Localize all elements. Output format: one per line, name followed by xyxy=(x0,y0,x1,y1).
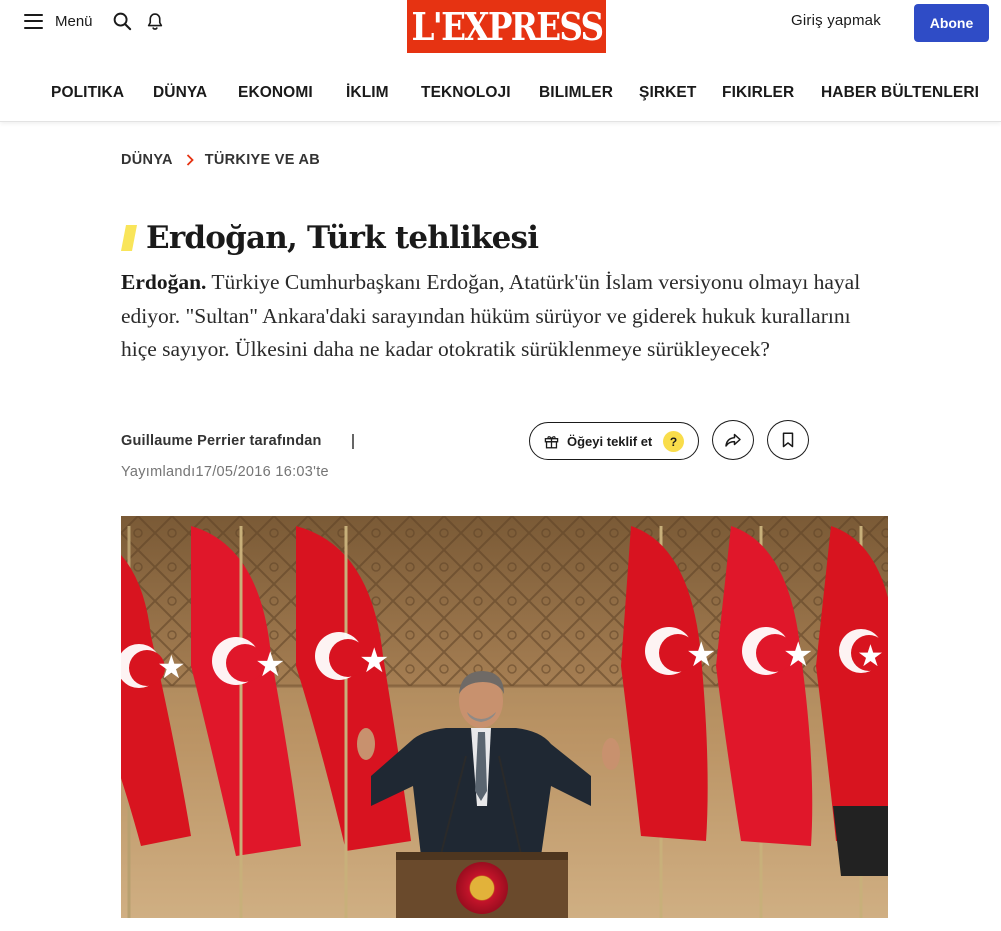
article-lead: Erdoğan. Türkiye Cumhurbaşkanı Erdoğan, … xyxy=(121,266,871,367)
byline-divider xyxy=(352,434,354,449)
help-badge[interactable]: ? xyxy=(663,431,684,452)
nav-item-dunya[interactable]: DÜNYA xyxy=(153,84,207,102)
article-title: Erdoğan, Türk tehlikesi xyxy=(146,220,539,256)
nav-item-teknoloji[interactable]: TEKNOLOJI xyxy=(421,84,511,102)
gift-article-button[interactable]: Öğeyi teklif et ? xyxy=(529,422,699,460)
nav-item-haber-bultenleri[interactable]: HABER BÜLTENLERI xyxy=(821,84,979,102)
nav-item-bilimler[interactable]: BILIMLER xyxy=(539,84,613,102)
bell-icon xyxy=(147,12,163,30)
hamburger-icon xyxy=(24,13,43,29)
gift-article-label: Öğeyi teklif et xyxy=(567,433,653,449)
author-name[interactable]: Guillaume Perrier tarafından xyxy=(121,433,322,449)
notifications-button[interactable] xyxy=(144,10,166,32)
nav-item-politika[interactable]: POLITIKA xyxy=(51,84,124,102)
main-nav: POLITIKA DÜNYA EKONOMI İKLIM TEKNOLOJI B… xyxy=(0,84,1001,106)
site-logo[interactable]: L'EXPRESS xyxy=(407,0,606,53)
lead-keyword: Erdoğan. xyxy=(121,270,207,294)
gift-icon xyxy=(544,435,559,448)
breadcrumb-subsection[interactable]: TÜRKIYE VE AB xyxy=(205,152,320,168)
publish-date: Yayımlandı17/05/2016 16:03'te xyxy=(121,464,329,480)
share-button[interactable] xyxy=(712,420,754,460)
article-hero-image: ★ ★ ★ ★ ★ ★ xyxy=(121,516,888,918)
nav-item-fikirler[interactable]: FIKIRLER xyxy=(722,84,794,102)
svg-text:★: ★ xyxy=(157,648,186,686)
hero-photo: ★ ★ ★ ★ ★ ★ xyxy=(121,516,888,918)
search-icon xyxy=(113,12,131,30)
logo-text: L'EXPRESS xyxy=(411,4,604,49)
svg-text:★: ★ xyxy=(686,635,716,675)
svg-text:★: ★ xyxy=(359,641,389,681)
svg-text:★: ★ xyxy=(783,635,813,675)
chevron-right-icon xyxy=(186,154,194,166)
podium xyxy=(396,852,568,918)
article-title-block: Erdoğan, Türk tehlikesi xyxy=(121,218,539,258)
site-header: Menü L'EXPRESS Giriş yapmak Abone POLITI… xyxy=(0,0,1001,122)
bookmark-button[interactable] xyxy=(767,420,809,460)
search-button[interactable] xyxy=(111,10,133,32)
svg-text:★: ★ xyxy=(857,639,884,674)
menu-button[interactable]: Menü xyxy=(24,10,93,32)
lead-text: Türkiye Cumhurbaşkanı Erdoğan, Atatürk'ü… xyxy=(121,270,861,361)
title-accent-mark xyxy=(121,225,137,251)
breadcrumb: DÜNYA TÜRKIYE VE AB xyxy=(121,150,320,170)
breadcrumb-section[interactable]: DÜNYA xyxy=(121,152,173,168)
share-icon xyxy=(725,433,741,447)
nav-item-sirket[interactable]: ŞIRKET xyxy=(639,84,696,102)
login-link[interactable]: Giriş yapmak xyxy=(791,12,881,29)
bookmark-icon xyxy=(782,432,794,448)
subscribe-button[interactable]: Abone xyxy=(914,4,989,42)
nav-item-iklim[interactable]: İKLIM xyxy=(346,84,389,102)
menu-label: Menü xyxy=(55,12,93,30)
nav-item-ekonomi[interactable]: EKONOMI xyxy=(238,84,313,102)
svg-text:★: ★ xyxy=(255,645,285,685)
